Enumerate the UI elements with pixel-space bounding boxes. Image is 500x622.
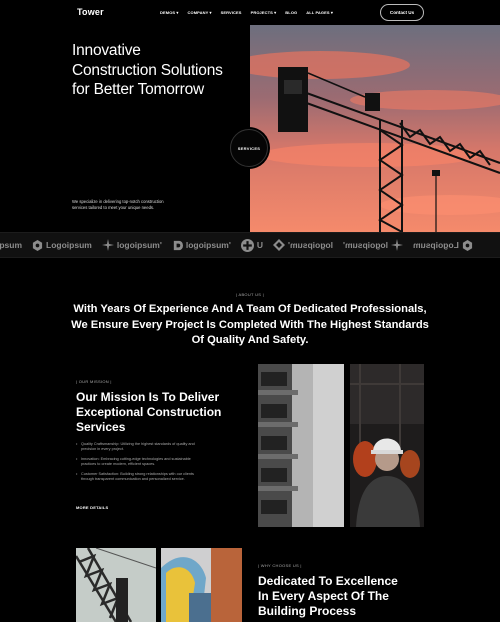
about-statement-line: With Years Of Experience And A Team Of D… [73,303,427,315]
hero-title-line: for Better Tomorrow [72,81,205,98]
star-icon [101,239,114,251]
mission-title: Our Mission Is To Deliver Exceptional Co… [76,390,226,435]
nav-item-company[interactable]: COMPANY [188,10,212,15]
partner-logo-text: U [256,240,263,250]
hero-subtitle: We specialize in delivering top-notch co… [72,199,192,211]
worker-closeup-image [161,548,242,622]
partner-logo-text: logoipsum' [287,240,333,250]
diamond-icon [272,239,285,251]
about-statement-line: We Ensure Every Project Is Completed Wit… [71,318,429,331]
partner-logo: logoipsum' [101,239,162,251]
about-statement-line: Of Quality And Safety. [191,334,309,346]
list-item: Quality Craftsmanship: Utilizing the hig… [76,442,206,452]
mission-bullet-list: Quality Craftsmanship: Utilizing the hig… [76,442,206,487]
plus-circle-icon [240,238,254,252]
services-badge-button[interactable]: SERVICES [230,129,268,167]
partner-logo-text: ipsum [0,240,23,250]
partner-logo-strip: ipsum Logoipsum logoipsum' logoipsum' U … [0,232,500,258]
star-icon [390,239,403,251]
nav-item-demos[interactable]: DEMOS [160,10,179,15]
mission-title-line: Our Mission Is To Deliver [76,390,220,404]
list-item: Innovation: Embracing cutting-edge techn… [76,457,206,467]
nav-item-services[interactable]: SERVICES [221,10,242,15]
nav-item-blog[interactable]: BLOG [285,10,297,15]
hero-subtitle-line: We specialize in delivering top-notch co… [72,199,164,204]
partner-logo-text: logoipsum' [342,240,388,250]
hero-crane-image [250,25,500,232]
contact-us-button[interactable]: Contact Us [380,4,424,21]
crane-closeup-image [76,548,156,622]
partner-logo: logoipsum' [172,240,231,251]
main-nav: DEMOS COMPANY SERVICES PROJECTS BLOG ALL… [160,10,333,15]
partner-logo: logoipsum' [272,239,333,251]
why-title-line: In Every Aspect Of The [258,589,389,603]
why-choose-title: Dedicated To Excellence In Every Aspect … [258,574,428,619]
site-header: Tower DEMOS COMPANY SERVICES PROJECTS BL… [0,0,500,25]
nav-item-projects[interactable]: PROJECTS [251,10,277,15]
mission-title-line: Exceptional Construction [76,405,222,419]
site-logo[interactable]: Tower [77,7,104,17]
building-facade-image [258,364,344,527]
why-title-line: Dedicated To Excellence [258,574,398,588]
hero-subtitle-line: services tailored to meet your unique ne… [72,205,155,210]
about-section-pill: | ABOUT US | [235,292,265,297]
hero-title-line: Construction Solutions [72,61,223,79]
why-choose-section-pill: | WHY CHOOSE US | [258,563,302,568]
mission-title-line: Services [76,420,126,434]
partner-logo-text: logoipsum' [185,240,231,250]
partner-logo: ipsum [0,240,22,250]
partner-logo-text: logoipsum' [116,240,162,250]
bracket-icon [173,240,183,250]
partner-logo: Logoipsum [32,239,92,251]
more-details-link[interactable]: MORE DETAILS [76,505,108,510]
partner-logo-text: Logoipsum [412,240,459,250]
partner-logo: logoipsum' [343,239,403,251]
hero-title: Innovative Construction Solutions for Be… [72,41,242,100]
partner-logo: U [240,238,263,252]
partner-logo: Logoipsum [412,239,473,251]
why-title-line: Building Process [258,604,357,618]
nav-item-all-pages[interactable]: ALL PAGES [306,10,333,15]
partner-logo-text: Logoipsum [46,240,92,250]
list-item: Customer Satisfaction: Building strong r… [76,472,206,482]
about-statement: With Years Of Experience And A Team Of D… [70,302,430,349]
hexagon-icon [462,239,472,251]
mission-section-pill: | OUR MISSION | [76,379,112,384]
hexagon-icon [32,239,43,251]
hero-title-line: Innovative [72,42,141,59]
worker-hardhat-image [350,364,424,527]
